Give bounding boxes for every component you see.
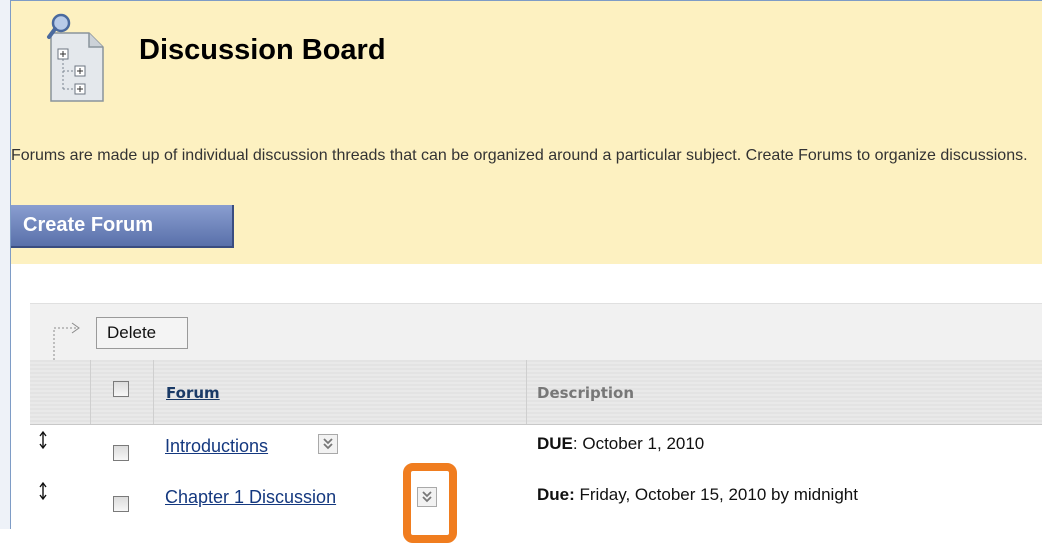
column-header-forum[interactable]: Forum (166, 384, 220, 402)
due-label: DUE (537, 434, 573, 453)
options-menu-button[interactable] (417, 487, 437, 507)
forum-link[interactable]: Chapter 1 Discussion (165, 487, 336, 508)
due-text: : October 1, 2010 (572, 434, 705, 453)
due-text: Friday, October 15, 2010 by midnight (574, 485, 858, 504)
chevron-down-icon (422, 491, 432, 503)
row-checkbox[interactable] (113, 496, 129, 512)
column-separator (153, 360, 154, 424)
table-row: Chapter 1 Discussion Due: Friday, Octobe… (30, 479, 1042, 519)
table-row: Introductions DUE: October 1, 2010 (30, 428, 1042, 468)
drag-handle-icon[interactable] (38, 430, 48, 450)
page-description: Forums are made up of individual discuss… (11, 147, 1028, 164)
discussion-board-icon (47, 13, 104, 102)
row-checkbox[interactable] (113, 445, 129, 461)
options-menu-button[interactable] (318, 434, 338, 454)
page-title: Discussion Board (139, 34, 386, 66)
forum-description: DUE: October 1, 2010 (537, 434, 704, 454)
forum-description: Due: Friday, October 15, 2010 by midnigh… (537, 485, 858, 505)
delete-button[interactable]: Delete (96, 317, 188, 349)
chevron-down-icon (323, 438, 333, 450)
forum-link[interactable]: Introductions (165, 436, 268, 457)
action-arrow-icon (53, 322, 80, 360)
column-separator (526, 360, 527, 424)
drag-handle-icon[interactable] (38, 481, 48, 501)
column-separator (90, 360, 91, 424)
frame-left-border (0, 0, 11, 529)
create-forum-button[interactable]: Create Forum (11, 205, 234, 248)
action-toolbar: Delete (30, 303, 1042, 361)
table-header: Forum Description (30, 360, 1042, 425)
due-label: Due: (537, 485, 575, 504)
column-header-description: Description (537, 384, 635, 402)
select-all-checkbox[interactable] (113, 381, 129, 397)
